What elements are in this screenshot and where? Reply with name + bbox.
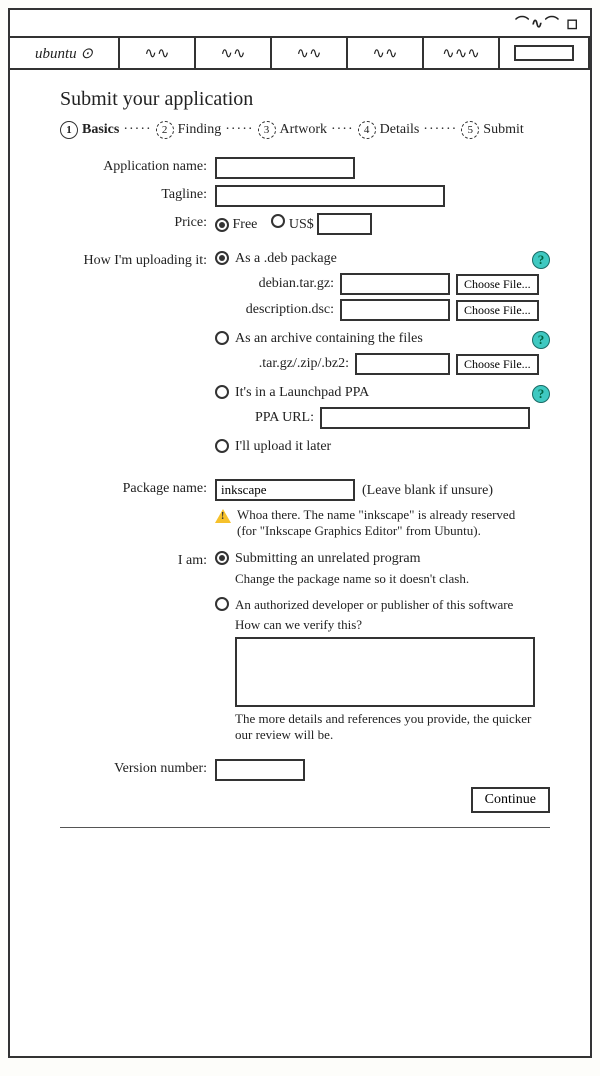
help-deb-icon[interactable]: ? (532, 251, 550, 269)
tagline-input[interactable] (215, 185, 445, 207)
nav-tab-5[interactable]: ∿∿∿ (424, 38, 500, 68)
upload-ppa-label: It's in a Launchpad PPA (235, 385, 369, 401)
price-free-label: Free (233, 217, 258, 232)
archive-choose-button[interactable]: Choose File... (456, 354, 539, 375)
wizard-step-submit[interactable]: 5 Submit (461, 121, 523, 139)
desc-dsc-choose-button[interactable]: Choose File... (456, 300, 539, 321)
iam-authorized-radio[interactable] (215, 597, 229, 611)
window-controls[interactable]: ⌒∿⌒ ◻ (515, 13, 580, 33)
iam-unrelated-radio[interactable] (215, 551, 229, 565)
wizard-step-finding[interactable]: 2 Finding (156, 121, 222, 139)
nav-tab-2[interactable]: ∿∿ (196, 38, 272, 68)
archive-ext-label: .tar.gz/.zip/.bz2: (239, 356, 349, 372)
price-label: Price: (60, 213, 215, 231)
verify-label: How can we verify this? (235, 617, 550, 633)
upload-deb-radio[interactable] (215, 251, 229, 265)
nav-tab-3[interactable]: ∿∿ (272, 38, 348, 68)
debian-tar-input[interactable] (340, 273, 450, 295)
upload-later-radio[interactable] (215, 439, 229, 453)
upload-archive-radio[interactable] (215, 331, 229, 345)
iam-authorized-label: An authorized developer or publisher of … (235, 597, 545, 613)
version-label: Version number: (60, 759, 215, 777)
nav-search (500, 38, 590, 68)
nav-tab-1[interactable]: ∿∿ (120, 38, 196, 68)
archive-input[interactable] (355, 353, 450, 375)
search-input[interactable] (514, 45, 574, 61)
window-titlebar: ⌒∿⌒ ◻ (10, 10, 590, 38)
desc-dsc-input[interactable] (340, 299, 450, 321)
ubuntu-logo[interactable]: ubuntu ⊙ (10, 38, 120, 68)
version-input[interactable] (215, 759, 305, 781)
nav-tab-4[interactable]: ∿∿ (348, 38, 424, 68)
upload-ppa-radio[interactable] (215, 385, 229, 399)
continue-button[interactable]: Continue (471, 787, 550, 813)
price-usd-radio[interactable] (271, 214, 285, 228)
iam-unrelated-sub: Change the package name so it doesn't cl… (235, 571, 550, 587)
verify-hint: The more details and references you prov… (235, 711, 545, 743)
ppa-url-label: PPA URL: (239, 410, 314, 426)
app-name-label: Application name: (60, 157, 215, 175)
price-free-radio[interactable] (215, 218, 229, 232)
ppa-url-input[interactable] (320, 407, 530, 429)
upload-label: How I'm uploading it: (60, 251, 215, 269)
iam-label: I am: (60, 551, 215, 569)
pkg-name-label: Package name: (60, 479, 215, 497)
price-usd-label: US$ (289, 217, 314, 232)
tagline-label: Tagline: (60, 185, 215, 203)
upload-archive-label: As an archive containing the files (235, 331, 423, 347)
pkg-name-input[interactable] (215, 479, 355, 501)
warning-icon (215, 509, 231, 523)
iam-unrelated-label: Submitting an unrelated program (235, 551, 550, 567)
pkg-name-warning: Whoa there. The name "inkscape" is alrea… (237, 507, 535, 539)
debian-tar-label: debian.tar.gz: (239, 276, 334, 292)
wizard-step-details[interactable]: 4 Details (358, 121, 420, 139)
verify-textarea[interactable] (235, 637, 535, 707)
help-archive-icon[interactable]: ? (532, 331, 550, 349)
page-title: Submit your application (60, 88, 550, 111)
help-ppa-icon[interactable]: ? (532, 385, 550, 403)
divider (60, 827, 550, 828)
debian-tar-choose-button[interactable]: Choose File... (456, 274, 539, 295)
price-usd-input[interactable] (317, 213, 372, 235)
upload-later-label: I'll upload it later (235, 439, 331, 455)
app-name-input[interactable] (215, 157, 355, 179)
wizard-step-basics[interactable]: 1 Basics (60, 121, 119, 139)
top-navbar: ubuntu ⊙ ∿∿ ∿∿ ∿∿ ∿∿ ∿∿∿ (10, 38, 590, 70)
wizard-step-artwork[interactable]: 3 Artwork (258, 121, 327, 139)
pkg-name-hint: (Leave blank if unsure) (362, 483, 493, 498)
desc-dsc-label: description.dsc: (239, 302, 334, 318)
wizard-steps: 1 Basics ····· 2 Finding ····· 3 Artwork… (60, 121, 550, 139)
upload-deb-label: As a .deb package (235, 251, 337, 267)
